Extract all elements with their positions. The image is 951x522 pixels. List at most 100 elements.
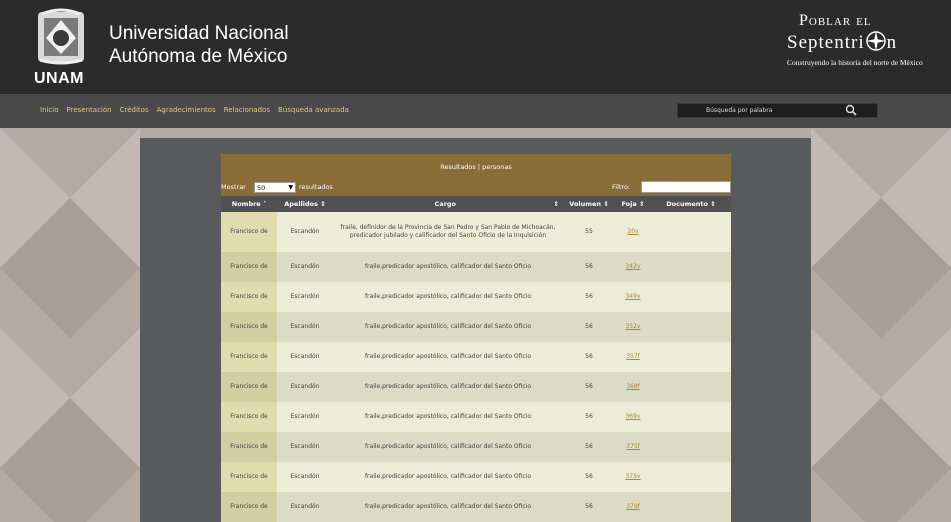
cell-foja[interactable]: 349v [615,282,651,312]
cell-nombre: Francisco de [221,492,277,522]
cell-cargo: fraile,predicador apostólico, calificado… [333,312,563,342]
cell-documento [651,462,731,492]
table-row: Francisco de Escandón fraile, definidor de… [221,212,731,252]
cell-nombre: Francisco de [221,342,277,372]
brand-line1: Poblar el [799,12,872,29]
cell-foja[interactable]: 352v [615,312,651,342]
university-name[interactable]: Universidad Nacional Autónoma de México [109,22,289,68]
main-nav: Inicio Presentación Créditos Agradecimie… [0,94,951,128]
cell-documento [651,492,731,522]
cell-foja[interactable]: 375f [615,432,651,462]
cell-volumen: 56 [563,312,615,342]
col-header-foja[interactable]: Foja ⇕ [615,196,651,212]
cell-foja[interactable]: 375v [615,462,651,492]
unam-logo[interactable]: UNAM [30,8,92,88]
nav-item-agradecimientos[interactable]: Agradecimientos [157,106,216,114]
cell-foja[interactable]: 20v [615,212,651,252]
nav-item-creditos[interactable]: Créditos [120,106,149,114]
cell-cargo: fraile, definidor de la Provincia de San… [333,212,563,252]
cell-apellidos: Escandón [277,402,333,432]
cell-apellidos: Escandón [277,462,333,492]
cell-documento [651,212,731,252]
sort-icon: ⇕ [639,200,645,208]
brand-line2: Septentri n [787,30,897,54]
brand-tagline: Construyendo la historia del norte de Mé… [787,58,923,67]
page-size-value: 50 [257,184,266,192]
sort-icon: ⇕ [320,200,326,208]
cell-nombre: Francisco de [221,402,277,432]
compass-rose-icon [865,31,886,51]
table-row: Francisco de Escandón fraile,predicador ap… [221,282,731,312]
cell-foja[interactable]: 369v [615,402,651,432]
unam-crest-icon [38,8,84,65]
page-size-select[interactable]: 50 ▼ [254,182,296,193]
cell-foja[interactable]: 357f [615,342,651,372]
cell-cargo: fraile,predicador apostólico, calificado… [333,462,563,492]
col-header-documento[interactable]: Documento ⇕ [651,196,731,212]
search-icon[interactable] [845,104,857,117]
cell-nombre: Francisco de [221,312,277,342]
table-row: Francisco de Escandón fraile,predicador ap… [221,342,731,372]
table-row: Francisco de Escandón fraile,predicador ap… [221,372,731,402]
foja-link[interactable]: 342v [625,263,640,270]
foja-link[interactable]: 357f [626,353,640,360]
table-row: Francisco de Escandón fraile,predicador ap… [221,462,731,492]
poblar-septentrion-brand[interactable]: Poblar el Septentri n Construyendo la hi… [787,10,937,80]
foja-link[interactable]: 375v [625,473,640,480]
nav-item-relacionados[interactable]: Relacionados [224,106,270,114]
unam-logo-text: UNAM [34,70,84,87]
cell-documento [651,252,731,282]
sort-icon: ⇕ [603,200,609,208]
cell-volumen: 56 [563,342,615,372]
cell-volumen: 56 [563,492,615,522]
col-header-apellidos[interactable]: Apellidos ⇕ [277,196,333,212]
cell-foja[interactable]: 379f [615,492,651,522]
results-widget: Resultados | personas Mostrar 50 ▼ resul… [221,154,731,522]
cell-apellidos: Escandón [277,342,333,372]
cell-documento [651,402,731,432]
table-row: Francisco de Escandón fraile,predicador ap… [221,492,731,522]
cell-nombre: Francisco de [221,282,277,312]
search-input[interactable] [678,104,848,117]
foja-link[interactable]: 369v [625,413,640,420]
cell-documento [651,312,731,342]
filter-label: Filtro: [612,183,631,191]
cell-apellidos: Escandón [277,432,333,462]
cell-volumen: 55 [563,212,615,252]
site-header: UNAM Universidad Nacional Autónoma de Mé… [0,0,951,94]
cell-cargo: fraile,predicador apostólico, calificado… [333,402,563,432]
foja-link[interactable]: 20v [627,228,638,235]
filter-input[interactable] [641,181,731,193]
col-header-nombre[interactable]: Nombre ˄ [221,196,277,212]
results-label: resultados [299,183,333,191]
show-label: Mostrar [221,183,246,191]
foja-link[interactable]: 379f [626,503,640,510]
cell-volumen: 56 [563,372,615,402]
foja-link[interactable]: 349v [625,293,640,300]
sort-asc-icon: ˄ [262,200,267,208]
nav-item-busqueda-avanzada[interactable]: Búsqueda avanzada [278,106,349,114]
cell-nombre: Francisco de [221,432,277,462]
cell-documento [651,342,731,372]
nav-item-inicio[interactable]: Inicio [40,106,59,114]
table-row: Francisco de Escandón fraile,predicador ap… [221,312,731,342]
table-row: Francisco de Escandón fraile,predicador ap… [221,432,731,462]
cell-foja[interactable]: 342v [615,252,651,282]
dropdown-arrow-icon: ▼ [288,184,293,191]
col-header-cargo[interactable]: Cargo ⇕ [333,196,563,212]
col-header-volumen[interactable]: Volumen ⇕ [563,196,615,212]
cell-cargo: fraile,predicador apostólico, calificado… [333,252,563,282]
nav-links: Inicio Presentación Créditos Agradecimie… [40,106,349,114]
foja-link[interactable]: 352v [625,323,640,330]
foja-link[interactable]: 368f [626,383,640,390]
nav-item-presentacion[interactable]: Presentación [67,106,112,114]
university-name-line2: Autónoma de México [109,46,288,67]
foja-link[interactable]: 375f [626,443,640,450]
cell-apellidos: Escandón [277,252,333,282]
brand-line2-end: n [886,32,898,53]
cell-cargo: fraile,predicador apostólico, calificado… [333,372,563,402]
cell-volumen: 56 [563,252,615,282]
cell-foja[interactable]: 368f [615,372,651,402]
university-name-line1: Universidad Nacional [109,23,289,44]
search-box [677,103,878,118]
